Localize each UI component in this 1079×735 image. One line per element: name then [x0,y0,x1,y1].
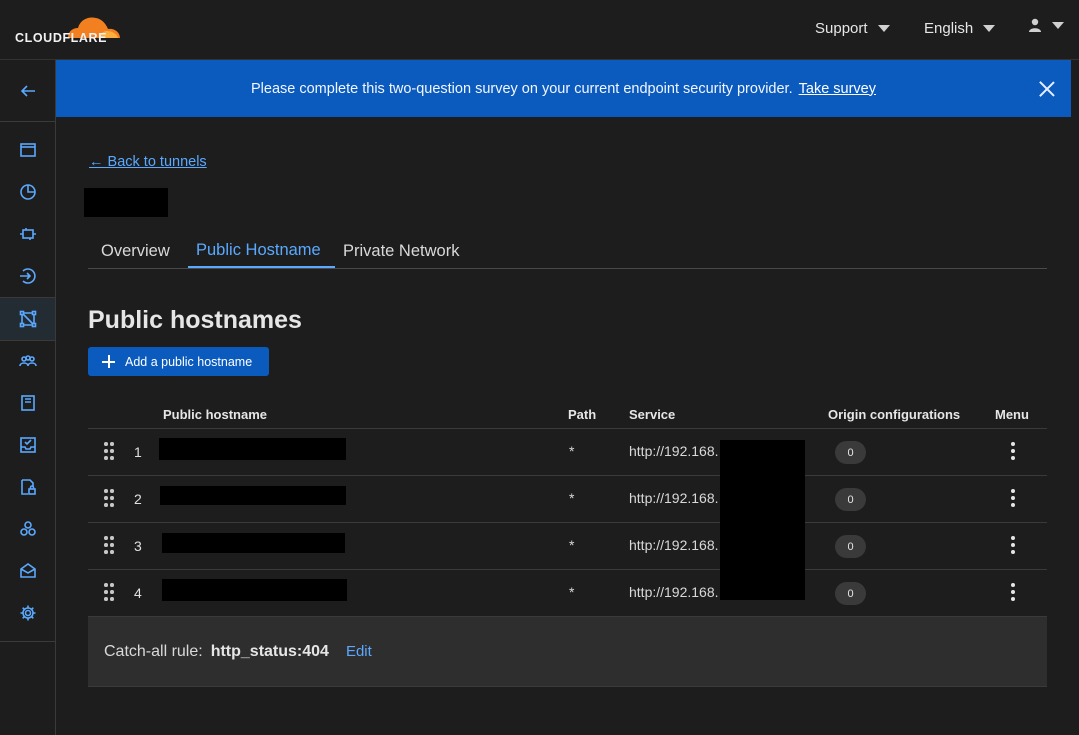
tab-public-hostname[interactable]: Public Hostname [196,241,321,260]
tab-bar: Overview Public Hostname Private Network [88,234,1047,269]
hostname-redacted [159,438,346,460]
banner-message: Please complete this two-question survey… [251,80,793,97]
sidebar-item-settings[interactable] [0,592,55,634]
gateway-icon [19,228,36,240]
column-header-path: Path [568,407,597,422]
language-menu[interactable]: English [924,20,996,37]
row-path: * [569,490,575,506]
chevron-down-icon [1052,21,1064,29]
active-tab-indicator [188,266,335,268]
more-vertical-icon[interactable] [1008,583,1018,603]
more-vertical-icon[interactable] [1008,489,1018,509]
origin-config-badge: 0 [835,582,866,605]
origin-config-badge: 0 [835,535,866,558]
sidebar-back-button[interactable] [0,70,55,112]
table-row: 3 * http://192.168. 0 [88,523,1047,570]
sidebar-item-networks[interactable] [0,298,55,340]
add-public-hostname-button[interactable]: Add a public hostname [88,347,269,376]
network-icon [19,310,36,328]
plus-icon [102,355,115,368]
row-path: * [569,443,575,459]
origin-config-badge: 0 [835,488,866,511]
tab-private-network[interactable]: Private Network [343,242,459,261]
take-survey-link[interactable]: Take survey [799,81,876,97]
column-header-menu: Menu [995,407,1029,422]
support-label: Support [815,20,868,37]
row-number: 3 [134,538,142,554]
row-service: http://192.168. [629,443,719,459]
arrow-left-icon [20,85,35,97]
drag-handle-icon[interactable] [104,583,114,603]
chevron-down-icon [877,25,890,32]
more-vertical-icon[interactable] [1008,536,1018,556]
page-title: Public hostnames [88,306,302,334]
catch-all-value: http_status:404 [210,642,329,660]
language-label: English [924,20,974,37]
chevron-down-icon [983,25,996,32]
column-header-hostname: Public hostname [163,407,268,422]
logo-text: CLOUDFLARE [15,31,108,45]
survey-banner: Please complete this two-question survey… [56,60,1071,117]
sidebar-item-dlp[interactable] [0,466,55,508]
table-row: 1 * http://192.168. 0 [88,429,1047,476]
edit-catch-all-link[interactable]: Edit [346,643,372,660]
service-ip-redacted [720,440,805,600]
support-menu[interactable]: Support [815,20,890,37]
user-menu[interactable] [1028,18,1064,32]
file-lock-icon [20,479,36,495]
tab-overview[interactable]: Overview [101,242,170,261]
catch-all-label: Catch-all rule: [104,642,203,660]
sidebar-item-access[interactable] [0,255,55,297]
drag-handle-icon[interactable] [104,442,114,462]
inbox-check-icon [19,437,36,453]
column-header-origin: Origin configurations [828,407,961,422]
sign-in-icon [19,268,36,284]
row-path: * [569,584,575,600]
cluster-icon [19,521,36,536]
sidebar-item-gateway[interactable] [0,213,55,255]
user-icon [1029,18,1041,32]
row-path: * [569,537,575,553]
row-number: 4 [134,585,142,601]
email-security-icon [19,563,36,578]
back-to-tunnels-link[interactable]: ← Back to tunnels [89,154,207,170]
sidebar-item-logs[interactable] [0,382,55,424]
top-bar: CLOUDFLARE Support English [0,0,1079,60]
row-service: http://192.168. [629,490,719,506]
sidebar-item-inbox[interactable] [0,424,55,466]
sidebar-item-users[interactable] [0,340,55,382]
hostnames-table: Public hostname Path Service Origin conf… [88,400,1047,617]
gear-icon [20,605,35,621]
table-header: Public hostname Path Service Origin conf… [88,400,1047,429]
more-vertical-icon[interactable] [1008,442,1018,462]
hostname-redacted [160,486,346,505]
row-service: http://192.168. [629,537,719,553]
sidebar [0,60,56,735]
column-header-service: Service [629,407,676,422]
sidebar-item-devices[interactable] [0,508,55,550]
pie-chart-icon [19,184,36,200]
catch-all-rule: Catch-all rule: http_status:404 Edit [88,617,1047,687]
row-number: 1 [134,444,142,460]
sidebar-item-my-team[interactable] [0,129,55,171]
row-number: 2 [134,491,142,507]
browser-window-icon [19,143,36,157]
drag-handle-icon[interactable] [104,489,114,509]
table-row: 2 * http://192.168. 0 [88,476,1047,523]
row-service: http://192.168. [629,584,719,600]
tunnel-name-redacted [84,188,168,217]
sidebar-item-analytics[interactable] [0,171,55,213]
sidebar-item-email[interactable] [0,550,55,592]
table-row: 4 * http://192.168. 0 [88,570,1047,617]
add-button-label: Add a public hostname [125,354,253,369]
hostname-redacted [162,533,345,553]
drag-handle-icon[interactable] [104,536,114,556]
book-icon [20,395,35,411]
origin-config-badge: 0 [835,441,866,464]
hostname-redacted [162,579,347,601]
close-icon[interactable] [1039,81,1055,97]
users-icon [18,355,37,367]
